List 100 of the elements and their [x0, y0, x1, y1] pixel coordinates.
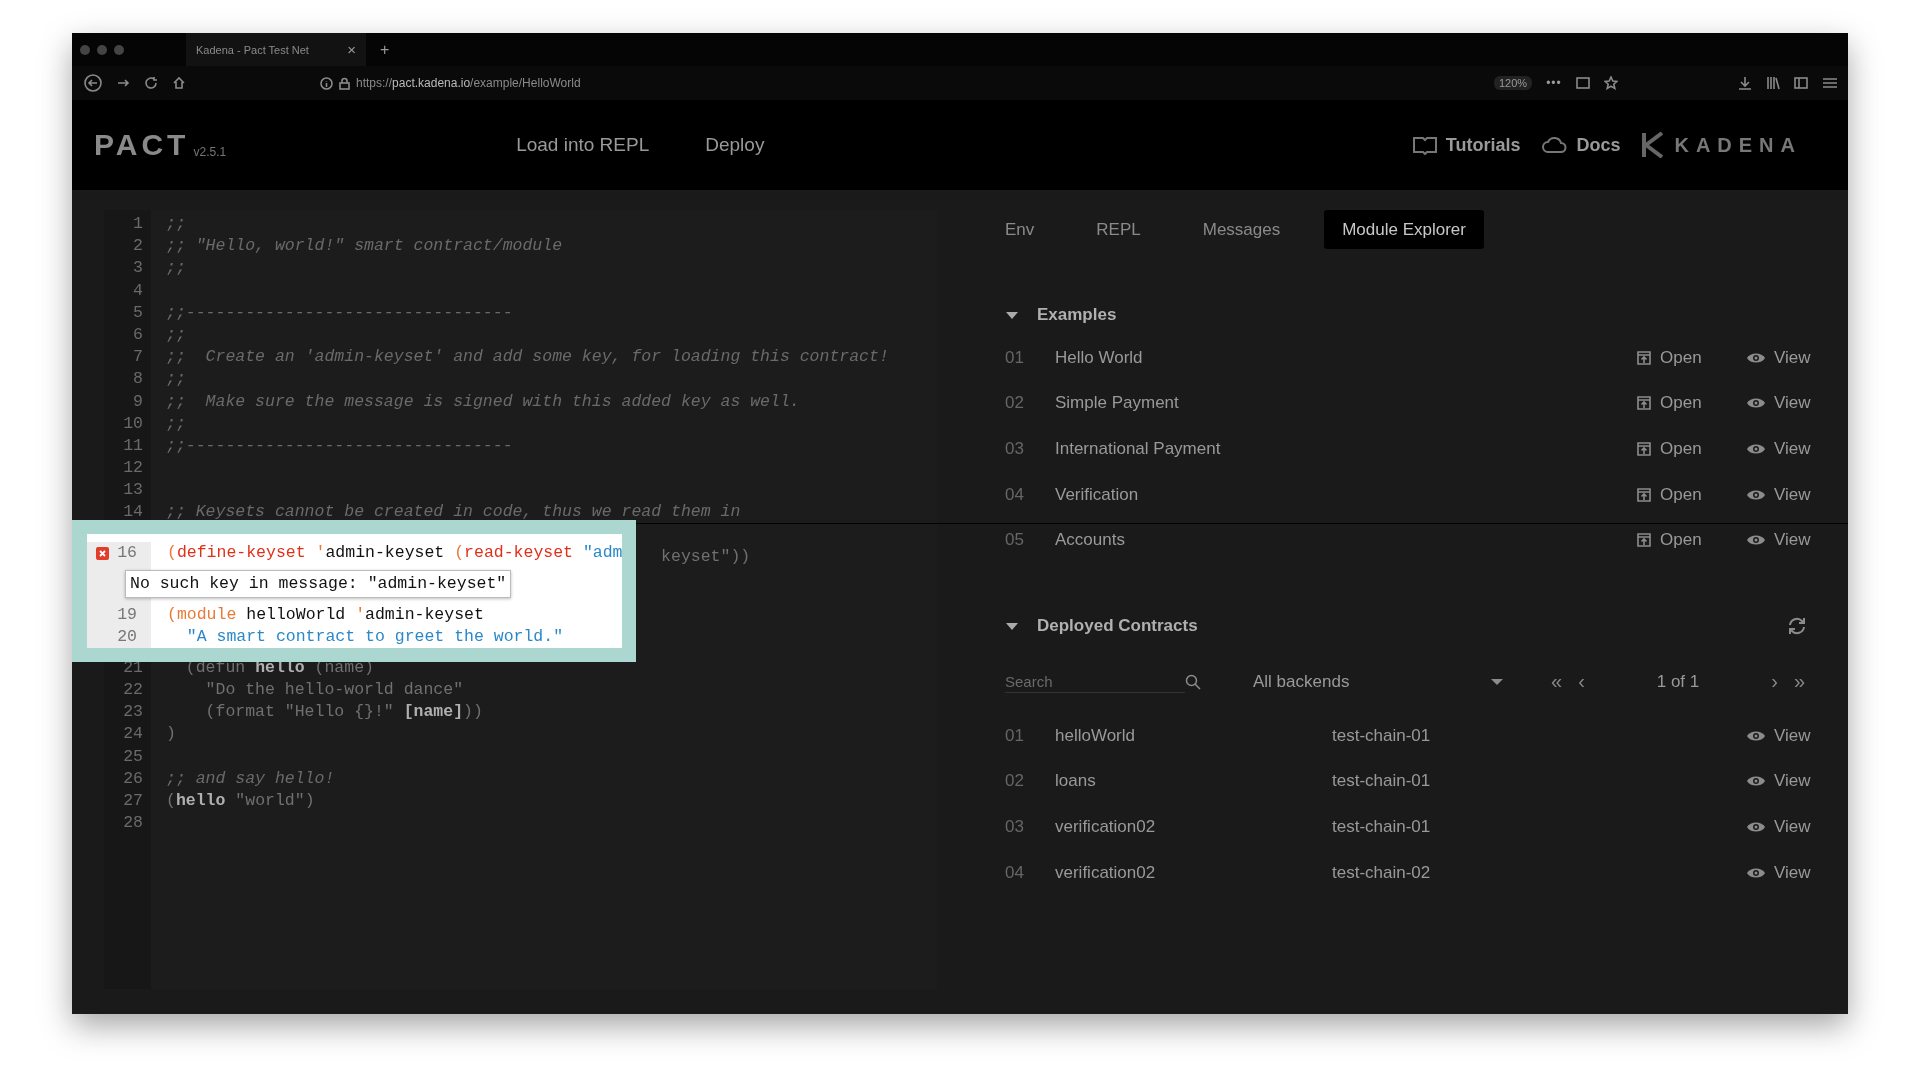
open-button[interactable]: Open: [1637, 393, 1702, 414]
line-number: 25: [122, 745, 144, 768]
row-number: 02: [1005, 393, 1024, 414]
first-page-button[interactable]: «: [1543, 670, 1571, 694]
home-icon[interactable]: [172, 76, 186, 90]
line-number: 4: [132, 279, 144, 302]
reader-view-icon[interactable]: [1575, 76, 1590, 90]
url-field[interactable]: https://pact.kadena.io/example/HelloWorld: [356, 76, 581, 90]
line-number: 2: [132, 235, 144, 258]
open-file-icon: [1637, 350, 1651, 365]
view-button[interactable]: View: [1747, 725, 1811, 746]
error-tooltip: No such key in message: "admin-keyset": [125, 570, 512, 598]
last-page-button[interactable]: »: [1785, 670, 1813, 694]
code-line: (hello "world"): [166, 790, 315, 810]
line-number: 20: [117, 626, 137, 648]
line-number: 9: [132, 390, 144, 413]
sidebar-icon[interactable]: [1794, 76, 1808, 90]
back-icon[interactable]: [84, 74, 102, 92]
open-button[interactable]: Open: [1637, 439, 1702, 459]
library-icon[interactable]: [1766, 76, 1780, 90]
line-number: 8: [132, 368, 144, 391]
chain-name: test-chain-02: [1332, 862, 1432, 883]
kadena-logo-icon: [1642, 132, 1665, 158]
next-page-button[interactable]: ›: [1763, 670, 1786, 694]
chain-name: test-chain-01: [1332, 816, 1432, 837]
code-line: ;;: [166, 324, 186, 344]
menu-icon[interactable]: [1822, 76, 1838, 90]
view-button[interactable]: View: [1747, 484, 1811, 505]
line-number: 28: [122, 812, 144, 835]
panel-tab[interactable]: Module Explorer: [1324, 210, 1484, 249]
row-number: 05: [1005, 530, 1024, 551]
pact-logo[interactable]: PACT: [94, 128, 190, 162]
code-line: (format "Hello {}!" [name])): [204, 702, 483, 722]
header-link[interactable]: Tutorials: [1411, 134, 1521, 156]
search-field[interactable]: Search: [1005, 670, 1185, 693]
lock-icon[interactable]: [339, 76, 350, 90]
example-name: Simple Payment: [1055, 393, 1180, 414]
reload-icon[interactable]: [144, 76, 158, 90]
eye-icon: [1747, 729, 1765, 742]
new-tab-button[interactable]: +: [380, 40, 390, 59]
refresh-icon[interactable]: [1787, 615, 1807, 636]
example-name: Hello World: [1055, 347, 1144, 368]
star-icon[interactable]: [1603, 76, 1618, 90]
code-line: ;;---------------------------------: [166, 302, 513, 322]
row-number: 03: [1005, 439, 1024, 459]
open-button[interactable]: Open: [1637, 484, 1702, 505]
page-actions-button[interactable]: •••: [1546, 76, 1562, 90]
open-button[interactable]: Open: [1637, 530, 1702, 551]
line-number: 22: [122, 678, 144, 701]
view-button[interactable]: View: [1747, 530, 1811, 551]
search-icon[interactable]: [1185, 673, 1201, 690]
cloud-icon: [1542, 135, 1569, 155]
open-button[interactable]: Open: [1637, 347, 1702, 368]
chain-name: test-chain-01: [1332, 771, 1432, 792]
panel-tab[interactable]: Messages: [1184, 210, 1299, 249]
line-number: 11: [122, 434, 144, 457]
zoom-level[interactable]: 120%: [1494, 76, 1533, 90]
code-line: (module helloWorld 'admin-keyset: [167, 605, 484, 624]
page-status: 1 of 1: [1655, 671, 1701, 692]
row-number: 03: [1005, 816, 1024, 837]
contract-name: verification02: [1055, 862, 1157, 883]
open-file-icon: [1637, 533, 1651, 548]
view-button[interactable]: View: [1747, 862, 1811, 883]
row-number: 02: [1005, 771, 1024, 792]
eye-icon: [1747, 488, 1765, 501]
close-tab-button[interactable]: ×: [347, 41, 356, 58]
view-button[interactable]: View: [1747, 393, 1811, 414]
nav-link[interactable]: Deploy: [705, 134, 765, 156]
header-link[interactable]: Docs: [1542, 134, 1621, 156]
info-icon[interactable]: [320, 76, 333, 90]
code-line: ;; Create an 'admin-keyset' and add some key, for loading this contract!: [166, 347, 889, 367]
example-name: International Payment: [1055, 439, 1222, 459]
download-icon[interactable]: [1738, 76, 1752, 90]
view-button[interactable]: View: [1747, 816, 1811, 837]
open-file-icon: [1637, 396, 1651, 411]
contract-name: helloWorld: [1055, 725, 1136, 746]
eye-icon: [1747, 534, 1765, 547]
backend-dropdown[interactable]: All backends: [1253, 671, 1503, 692]
nav-link[interactable]: Load into REPL: [516, 134, 650, 156]
row-number: 01: [1005, 725, 1024, 746]
view-button[interactable]: View: [1747, 347, 1811, 368]
view-button[interactable]: View: [1747, 771, 1811, 792]
view-button[interactable]: View: [1747, 439, 1811, 459]
caret-icon: [1491, 677, 1503, 686]
previous-page-button[interactable]: ‹: [1570, 670, 1593, 694]
section-header[interactable]: Examples: [1005, 295, 1117, 335]
code-line: ;;: [166, 369, 186, 389]
line-number: 26: [122, 767, 144, 790]
example-name: Accounts: [1055, 530, 1126, 551]
line-number: 3: [132, 257, 144, 280]
panel-tab[interactable]: REPL: [1078, 210, 1159, 249]
section-header[interactable]: Deployed Contracts: [1005, 605, 1198, 646]
eye-icon: [1747, 866, 1765, 879]
browser-tab[interactable]: Kadena - Pact Test Net: [196, 43, 309, 56]
code-line: ;;---------------------------------: [166, 435, 513, 455]
code-line: ;; Make sure the message is signed with this added key as well.: [166, 391, 800, 411]
code-line: ;;: [166, 258, 186, 278]
panel-tab[interactable]: Env: [987, 210, 1053, 249]
line-number: 12: [122, 457, 144, 480]
line-number: 24: [122, 723, 144, 746]
